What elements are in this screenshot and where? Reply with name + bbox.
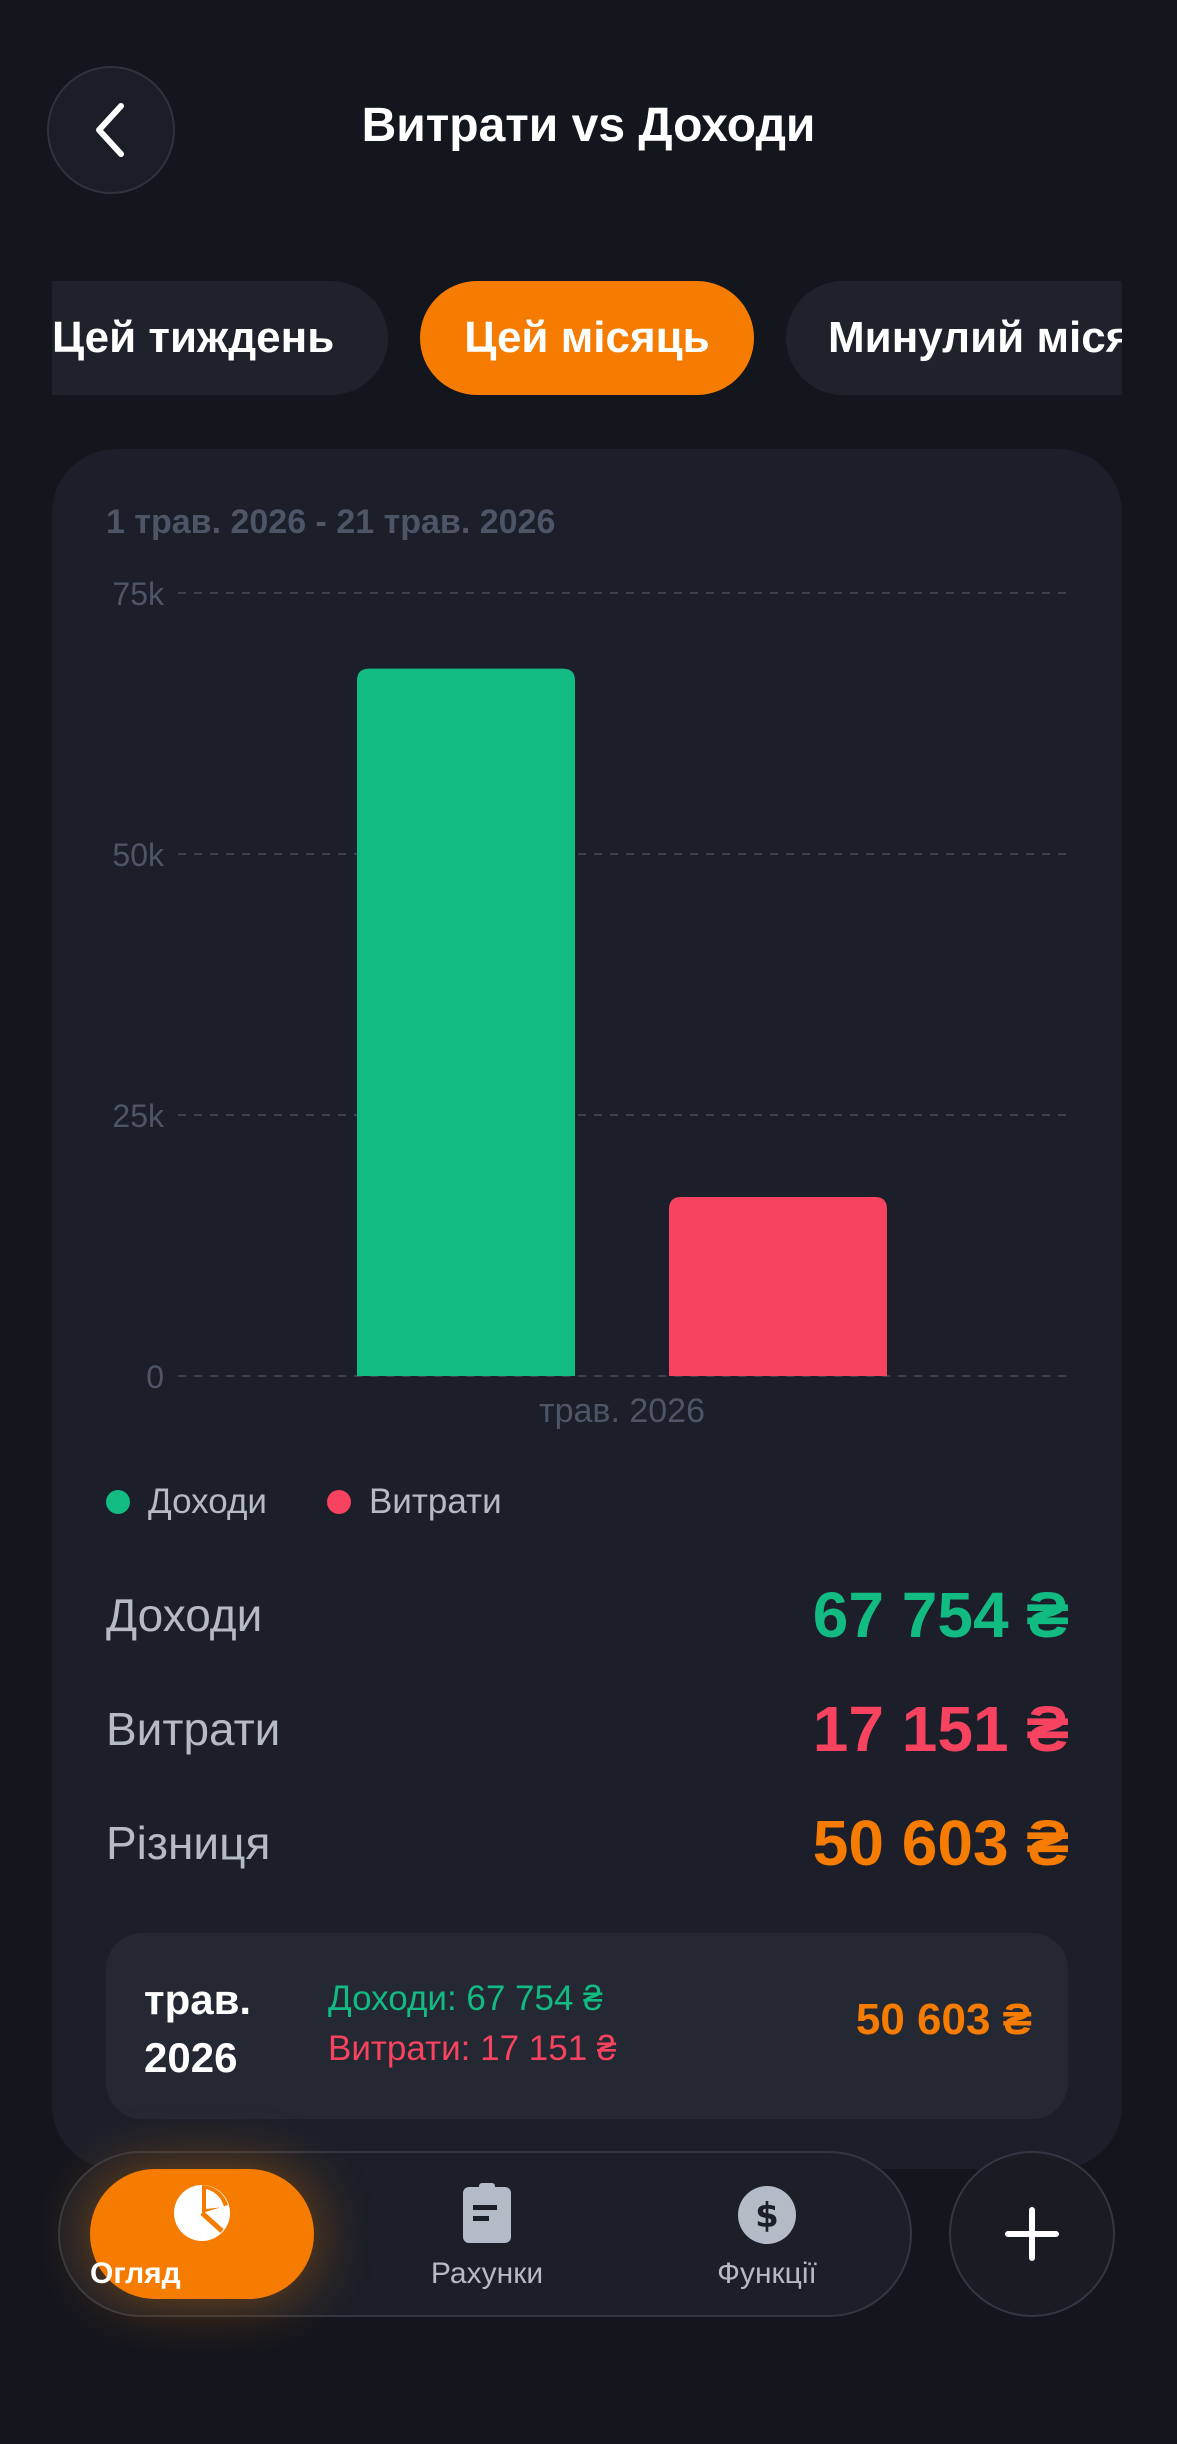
expense-label: Витрати	[106, 1703, 281, 1755]
receipt-icon	[463, 2183, 511, 2243]
nav-overview-label: Огляд	[90, 2257, 181, 2290]
period-name: трав. 2026	[144, 1976, 252, 2081]
expense-value: 17 151 ₴	[812, 1693, 1069, 1765]
dollar-icon: $	[738, 2186, 796, 2244]
diff-value: 50 603 ₴	[812, 1807, 1069, 1879]
nav-functions[interactable]: $ Функції	[680, 2169, 854, 2299]
bar-income	[357, 668, 575, 1376]
x-tick-label: трав. 2026	[539, 1392, 705, 1430]
add-button[interactable]	[949, 2151, 1115, 2317]
nav-accounts-label: Рахунки	[430, 2257, 544, 2290]
period-row[interactable]: трав. 2026 Доходи: 67 754 ₴ Витрати: 17 …	[106, 1933, 1068, 2119]
legend-income: Доходи	[106, 1482, 267, 1522]
income-label: Доходи	[106, 1589, 263, 1641]
diff-label: Різниця	[106, 1817, 271, 1869]
income-expense-chart: 0 25k 50k 75k трав. 2026	[112, 576, 1070, 1430]
nav-functions-label: Функції	[717, 2257, 817, 2290]
nav-accounts[interactable]: Рахунки	[400, 2169, 574, 2299]
bottom-nav: Огляд Рахунки $ Функції	[58, 2151, 912, 2317]
legend-income-label: Доходи	[148, 1482, 267, 1521]
y-tick-label: 75k	[112, 576, 165, 612]
nav-overview[interactable]: Огляд	[90, 2169, 314, 2299]
legend-expense-label: Витрати	[368, 1482, 502, 1521]
y-tick-label: 25k	[112, 1098, 165, 1134]
income-dot	[106, 1490, 130, 1514]
income-value: 67 754 ₴	[812, 1579, 1069, 1651]
svg-text:$: $	[755, 2196, 779, 2236]
y-tick-label: 0	[146, 1359, 164, 1395]
period-expense: Витрати: 17 151 ₴	[328, 2029, 617, 2068]
chart-legend: Доходи Витрати	[106, 1482, 502, 1522]
y-tick-label: 50k	[112, 837, 165, 873]
pie-chart-icon	[174, 2185, 230, 2241]
legend-expense: Витрати	[326, 1482, 502, 1522]
bar-expense	[669, 1196, 887, 1376]
plus-icon	[1005, 2207, 1059, 2261]
period-diff: 50 603 ₴	[855, 1995, 1032, 2044]
period-income: Доходи: 67 754 ₴	[328, 1979, 603, 2018]
expense-dot	[326, 1490, 351, 1514]
